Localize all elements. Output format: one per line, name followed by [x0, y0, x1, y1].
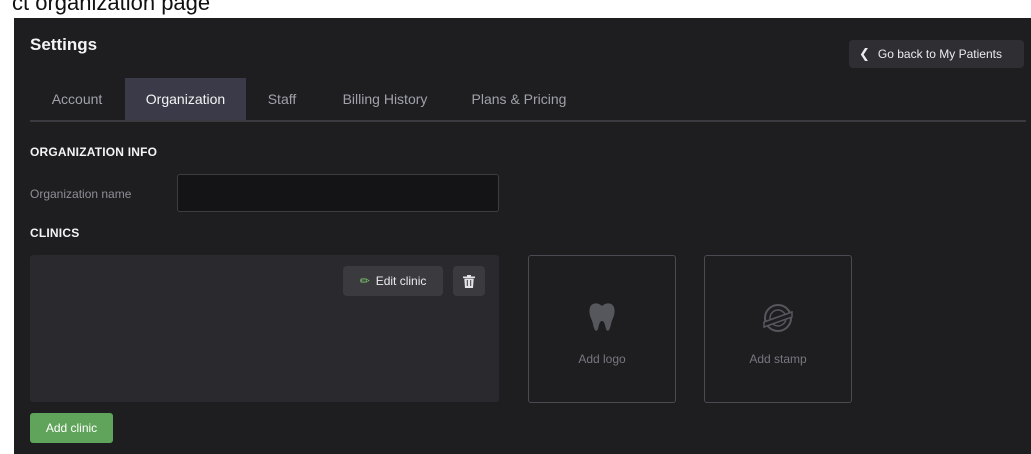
add-stamp-label: Add stamp [749, 352, 807, 366]
tab-organization[interactable]: Organization [125, 78, 246, 120]
edit-clinic-label: Edit clinic [375, 274, 427, 288]
add-logo-label: Add logo [578, 352, 626, 366]
settings-panel: Settings ❮ Go back to My Patients Accoun… [14, 18, 1031, 454]
add-clinic-button[interactable]: Add clinic [30, 413, 113, 443]
add-stamp-box[interactable]: Add stamp [704, 255, 852, 403]
page-title: Settings [30, 35, 98, 54]
stamp-icon [763, 304, 793, 332]
back-button-label: Go back to My Patients [877, 47, 1002, 61]
pencil-icon: ✏ [359, 274, 370, 288]
back-to-patients-button[interactable]: ❮ Go back to My Patients [849, 40, 1024, 68]
organization-name-label: Organization name [30, 187, 132, 201]
settings-tabs: Account Organization Staff Billing Histo… [30, 78, 1026, 122]
edit-clinic-button[interactable]: ✏ Edit clinic [343, 266, 443, 296]
chevron-left-icon: ❮ [859, 46, 870, 61]
caption-text: ct organization page [12, 0, 211, 15]
tab-billing-history[interactable]: Billing History [320, 78, 450, 120]
top-caption-fragment: ct organization page [0, 0, 1031, 18]
trash-icon [463, 274, 475, 288]
organization-info-heading: ORGANIZATION INFO [30, 145, 158, 159]
tab-staff[interactable]: Staff [252, 78, 312, 120]
organization-name-input[interactable] [177, 174, 499, 212]
tab-account[interactable]: Account [30, 78, 124, 120]
clinics-heading: CLINICS [30, 226, 80, 240]
delete-clinic-button[interactable] [453, 266, 485, 296]
tooth-icon [589, 303, 615, 331]
clinic-card: ✏ Edit clinic [30, 255, 499, 402]
tab-plans-pricing[interactable]: Plans & Pricing [456, 78, 582, 120]
add-logo-box[interactable]: Add logo [528, 255, 676, 403]
